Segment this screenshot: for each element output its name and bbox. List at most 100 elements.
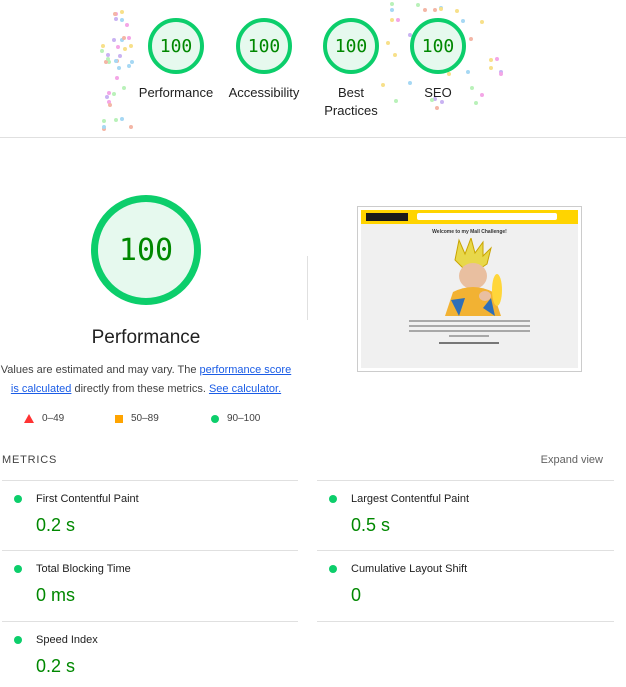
metric-total-blocking-time: Total Blocking Time 0 ms <box>2 551 282 621</box>
gauge-label-best-practices[interactable]: Best Practices <box>316 84 386 120</box>
performance-gauge: 100 <box>91 195 201 305</box>
expand-view-toggle[interactable]: Expand view <box>541 454 603 466</box>
confetti-dot <box>423 8 428 13</box>
score-summary: 100 Performance 100 Accessibility 100 Be… <box>0 0 626 138</box>
pass-circle-icon <box>329 495 337 503</box>
confetti-dot <box>114 75 119 80</box>
legend-average: 50–89 <box>115 413 159 424</box>
confetti-dot <box>468 37 473 42</box>
preview-search-bar <box>417 213 557 220</box>
confetti-dot <box>106 53 111 58</box>
confetti-dot <box>495 56 500 61</box>
legend-fail-range: 0–49 <box>42 413 65 424</box>
pass-circle-icon <box>329 565 337 573</box>
gauge-accessibility[interactable]: 100 <box>236 18 292 74</box>
confetti-dot <box>119 117 124 122</box>
metric-value: 0 <box>351 585 362 605</box>
confetti-dot <box>390 17 395 22</box>
preview-text-line <box>439 342 499 344</box>
confetti-dot <box>113 59 118 64</box>
metric-value: 0.2 s <box>36 515 76 535</box>
metric-speed-index: Speed Index 0.2 s <box>2 622 282 687</box>
confetti-dot <box>114 16 119 21</box>
confetti-dot <box>113 117 118 122</box>
metric-label: Speed Index <box>36 634 98 646</box>
confetti-dot <box>396 18 401 23</box>
preview-page-body: Welcome to my Mall Challenge! <box>361 224 578 368</box>
confetti-dot <box>454 9 459 14</box>
pass-circle-icon <box>14 495 22 503</box>
section-divider <box>307 256 308 320</box>
gauge-seo[interactable]: 100 <box>410 18 466 74</box>
confetti-dot <box>123 47 128 52</box>
metric-divider <box>317 621 614 622</box>
confetti-dot <box>102 125 107 130</box>
gauge-performance[interactable]: 100 <box>148 18 204 74</box>
confetti-dot <box>435 106 439 111</box>
confetti-dot <box>112 38 117 43</box>
confetti-dot <box>386 40 391 45</box>
confetti-dot <box>389 7 394 12</box>
metric-largest-contentful-paint: Largest Contentful Paint 0.5 s <box>317 481 597 551</box>
pass-circle-icon <box>211 414 219 423</box>
preview-character-illustration <box>445 238 502 316</box>
confetti-dot <box>126 35 131 40</box>
confetti-dot <box>116 65 121 70</box>
calculator-link[interactable]: See calculator. <box>209 383 281 395</box>
legend-pass-range: 90–100 <box>227 413 261 424</box>
confetti-dot <box>126 63 131 68</box>
legend-pass: 90–100 <box>211 413 260 424</box>
confetti-dot <box>389 2 394 7</box>
confetti-dot <box>102 118 107 123</box>
confetti-dot <box>393 52 398 57</box>
confetti-dot <box>479 19 484 24</box>
confetti-dot <box>108 103 113 108</box>
performance-title: Performance <box>91 327 201 348</box>
confetti-dot <box>112 91 117 96</box>
confetti-dot <box>122 36 127 40</box>
disclaimer-suffix: directly from these metrics. <box>71 383 209 395</box>
confetti-dot <box>488 65 493 70</box>
metric-value: 0.2 s <box>36 656 76 676</box>
gauge-label-seo[interactable]: SEO <box>383 84 493 102</box>
confetti-dot <box>416 3 421 8</box>
disclaimer-prefix: Values are estimated and may vary. The <box>0 364 200 376</box>
metric-label: Largest Contentful Paint <box>351 493 470 505</box>
confetti-dot <box>438 7 443 12</box>
confetti-dot <box>107 90 112 95</box>
confetti-dot <box>498 72 503 77</box>
confetti-dot <box>461 18 466 23</box>
preview-text-line <box>409 320 530 322</box>
metric-label: Total Blocking Time <box>36 563 131 575</box>
final-screenshot-thumbnail[interactable]: Welcome to my Mall Challenge! <box>357 206 582 372</box>
metrics-title: METRICS <box>2 454 58 466</box>
confetti-dot <box>100 43 105 48</box>
confetti-dot <box>129 125 134 130</box>
pass-circle-icon <box>14 636 22 644</box>
metric-label: Cumulative Layout Shift <box>351 563 468 575</box>
confetti-dot <box>124 22 129 27</box>
performance-disclaimer: Values are estimated and may vary. The p… <box>0 361 292 399</box>
confetti-dot <box>119 10 124 15</box>
legend-average-range: 50–89 <box>131 413 159 424</box>
metric-first-contentful-paint: First Contentful Paint 0.2 s <box>2 481 282 551</box>
gauge-best-practices[interactable]: 100 <box>323 18 379 74</box>
metric-value: 0 ms <box>36 585 76 605</box>
fail-triangle-icon <box>24 414 34 423</box>
preview-text-line <box>409 330 530 332</box>
preview-heading: Welcome to my Mall Challenge! <box>432 229 507 235</box>
confetti-dot <box>119 18 124 23</box>
preview-text-line <box>449 335 489 337</box>
confetti-dot <box>128 43 133 48</box>
confetti-dot <box>118 54 123 59</box>
preview-logo <box>366 213 408 221</box>
confetti-dot <box>105 56 110 61</box>
confetti-dot <box>100 48 105 53</box>
preview-header-bar <box>361 210 578 224</box>
confetti-dot <box>466 70 471 75</box>
gauge-label-accessibility[interactable]: Accessibility <box>209 84 319 102</box>
legend-fail: 0–49 <box>24 413 64 424</box>
metric-label: First Contentful Paint <box>36 493 139 505</box>
preview-text-line <box>409 325 530 327</box>
pass-circle-icon <box>14 565 22 573</box>
